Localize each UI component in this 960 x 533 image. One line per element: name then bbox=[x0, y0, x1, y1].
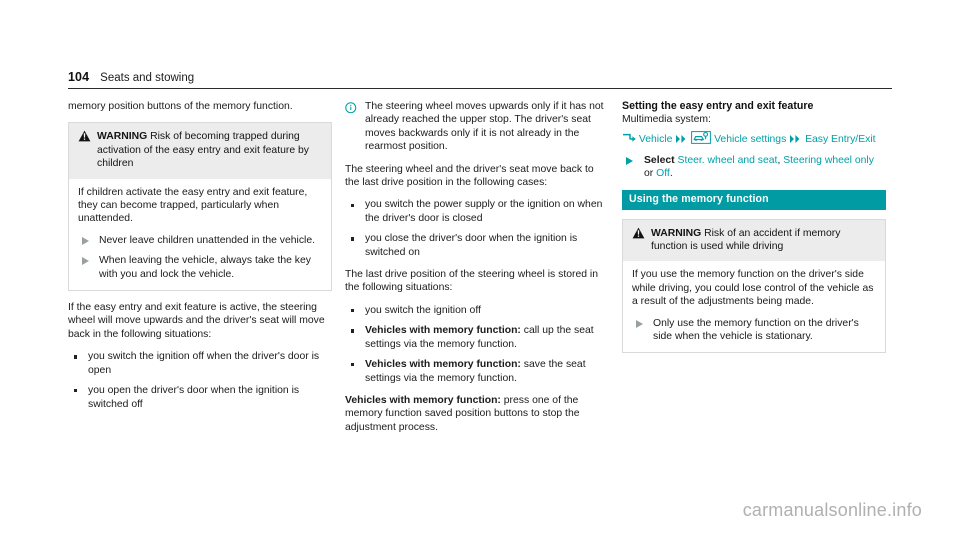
list-item: When leaving the vehicle, always take th… bbox=[78, 254, 322, 281]
list-item-text: Never leave children unattended in the v… bbox=[99, 234, 316, 246]
middle-closing-paragraph: Vehicles with memory function: press one… bbox=[345, 394, 609, 434]
option-off[interactable]: Off bbox=[656, 168, 670, 179]
option-separator-2: or bbox=[644, 168, 657, 180]
list-item-text: you switch the ignition off when the dri… bbox=[88, 351, 320, 376]
middle-bullet-list-1: you switch the power supply or the ignit… bbox=[345, 198, 609, 259]
column-container: memory position buttons of the memory fu… bbox=[68, 100, 892, 434]
select-action-list: Select Steer. wheel and seat, Steering w… bbox=[622, 154, 886, 181]
square-bullet-icon bbox=[351, 237, 355, 241]
right-column: Setting the easy entry and exit feature … bbox=[622, 100, 886, 434]
triangle-bullet-icon bbox=[82, 257, 89, 266]
chapter-title: Seats and stowing bbox=[100, 72, 195, 84]
warning-header-text: WARNING Risk of becoming trapped during … bbox=[94, 130, 322, 170]
double-chevron-icon bbox=[789, 134, 802, 144]
square-bullet-icon bbox=[74, 355, 78, 359]
left-intro-paragraph: memory position buttons of the memory fu… bbox=[68, 101, 293, 112]
breadcrumb-item-easy-entry-exit[interactable]: Easy Entry/Exit bbox=[805, 134, 875, 145]
middle-closing-lead: Vehicles with memory function: bbox=[345, 394, 501, 406]
list-item: you switch the ignition off bbox=[345, 304, 609, 317]
square-bullet-icon bbox=[351, 203, 355, 207]
warning-box-memory: WARNING Risk of an accident if memory fu… bbox=[622, 218, 886, 354]
manual-page: 104 Seats and stowing memory position bu… bbox=[0, 0, 960, 533]
section-heading-bar: Using the memory function bbox=[622, 189, 886, 210]
list-item: you close the driver's door when the ign… bbox=[345, 232, 609, 259]
page-header: 104 Seats and stowing bbox=[68, 70, 892, 89]
warning-header: WARNING Risk of becoming trapped during … bbox=[69, 123, 331, 179]
warning-header-text: WARNING Risk of an accident if memory fu… bbox=[648, 227, 876, 254]
option-steering-wheel-only[interactable]: Steering wheel only bbox=[783, 155, 874, 166]
triangle-bullet-icon bbox=[636, 319, 643, 328]
list-item: you open the driver's door when the igni… bbox=[68, 384, 332, 411]
square-bullet-icon bbox=[351, 309, 355, 313]
breadcrumb-item-vehicle-settings[interactable]: Vehicle settings bbox=[714, 134, 786, 145]
warning-header: WARNING Risk of an accident if memory fu… bbox=[623, 219, 885, 262]
list-item-lead: Vehicles with memory function: bbox=[365, 359, 521, 371]
warning-body: If you use the memory function on the dr… bbox=[623, 261, 885, 353]
square-bullet-icon bbox=[351, 363, 355, 367]
breadcrumb: Vehicle Vehicle settings Easy Entry/Exit bbox=[622, 130, 886, 147]
warning-body-text: If children activate the easy entry and … bbox=[78, 186, 308, 225]
info-note-text: The steering wheel moves upwards only if… bbox=[365, 101, 604, 153]
list-item: Never leave children unattended in the v… bbox=[78, 234, 322, 247]
list-item: Vehicles with memory function: save the … bbox=[345, 358, 609, 385]
middle-paragraph-1: The steering wheel and the driver's seat… bbox=[345, 163, 594, 189]
warning-triangle-icon bbox=[632, 227, 648, 239]
page-number: 104 bbox=[68, 70, 90, 84]
list-item: Select Steer. wheel and seat, Steering w… bbox=[622, 154, 886, 181]
warning-body-text: If you use the memory function on the dr… bbox=[632, 269, 874, 308]
warning-action-list: Only use the memory function on the driv… bbox=[632, 317, 876, 344]
square-bullet-icon bbox=[74, 389, 78, 393]
double-chevron-icon bbox=[675, 134, 688, 144]
list-item-text: you switch the ignition off bbox=[365, 304, 481, 316]
middle-column: The steering wheel moves upwards only if… bbox=[345, 100, 609, 434]
list-item-text: Only use the memory function on the driv… bbox=[653, 317, 859, 343]
select-prefix: Select bbox=[644, 154, 678, 166]
turn-arrow-icon bbox=[622, 133, 636, 144]
vehicle-settings-icon bbox=[691, 130, 712, 144]
page-subheading: Setting the easy entry and exit feature bbox=[622, 100, 814, 112]
warning-action-list: Never leave children unattended in the v… bbox=[78, 234, 322, 281]
left-after-warning-paragraph: If the easy entry and exit feature is ac… bbox=[68, 302, 325, 340]
info-circle-icon bbox=[345, 100, 361, 113]
left-bullet-list: you switch the ignition off when the dri… bbox=[68, 350, 332, 411]
middle-bullet-list-2: you switch the ignition off Vehicles wit… bbox=[345, 304, 609, 385]
list-item: Only use the memory function on the driv… bbox=[632, 317, 876, 344]
info-note: The steering wheel moves upwards only if… bbox=[345, 100, 609, 154]
breadcrumb-item-vehicle[interactable]: Vehicle bbox=[639, 134, 673, 145]
middle-paragraph-2: The last drive position of the steering … bbox=[345, 269, 598, 294]
warning-label: WARNING bbox=[651, 227, 705, 239]
left-column: memory position buttons of the memory fu… bbox=[68, 100, 332, 434]
list-item-lead: Vehicles with memory function: bbox=[365, 325, 521, 337]
warning-label: WARNING bbox=[97, 131, 151, 143]
warning-triangle-icon bbox=[78, 130, 94, 142]
option-steer-wheel-and-seat[interactable]: Steer. wheel and seat bbox=[678, 155, 778, 166]
multimedia-system-label: Multimedia system: bbox=[622, 114, 711, 126]
warning-box-trapped: WARNING Risk of becoming trapped during … bbox=[68, 122, 332, 292]
triangle-bullet-icon bbox=[626, 156, 633, 165]
list-item: Vehicles with memory function: call up t… bbox=[345, 324, 609, 351]
triangle-bullet-icon bbox=[82, 236, 89, 245]
list-item: you switch the ignition off when the dri… bbox=[68, 350, 332, 377]
list-item-text: you switch the power supply or the ignit… bbox=[365, 199, 603, 224]
option-suffix: . bbox=[669, 168, 673, 180]
warning-body: If children activate the easy entry and … bbox=[69, 178, 331, 291]
list-item: you switch the power supply or the ignit… bbox=[345, 198, 609, 225]
watermark: carmanualsonline.info bbox=[742, 500, 922, 520]
list-item-text: When leaving the vehicle, always take th… bbox=[99, 255, 311, 280]
list-item-text: you close the driver's door when the ign… bbox=[365, 233, 578, 258]
list-item-text: you open the driver's door when the igni… bbox=[88, 385, 300, 410]
square-bullet-icon bbox=[351, 329, 355, 333]
